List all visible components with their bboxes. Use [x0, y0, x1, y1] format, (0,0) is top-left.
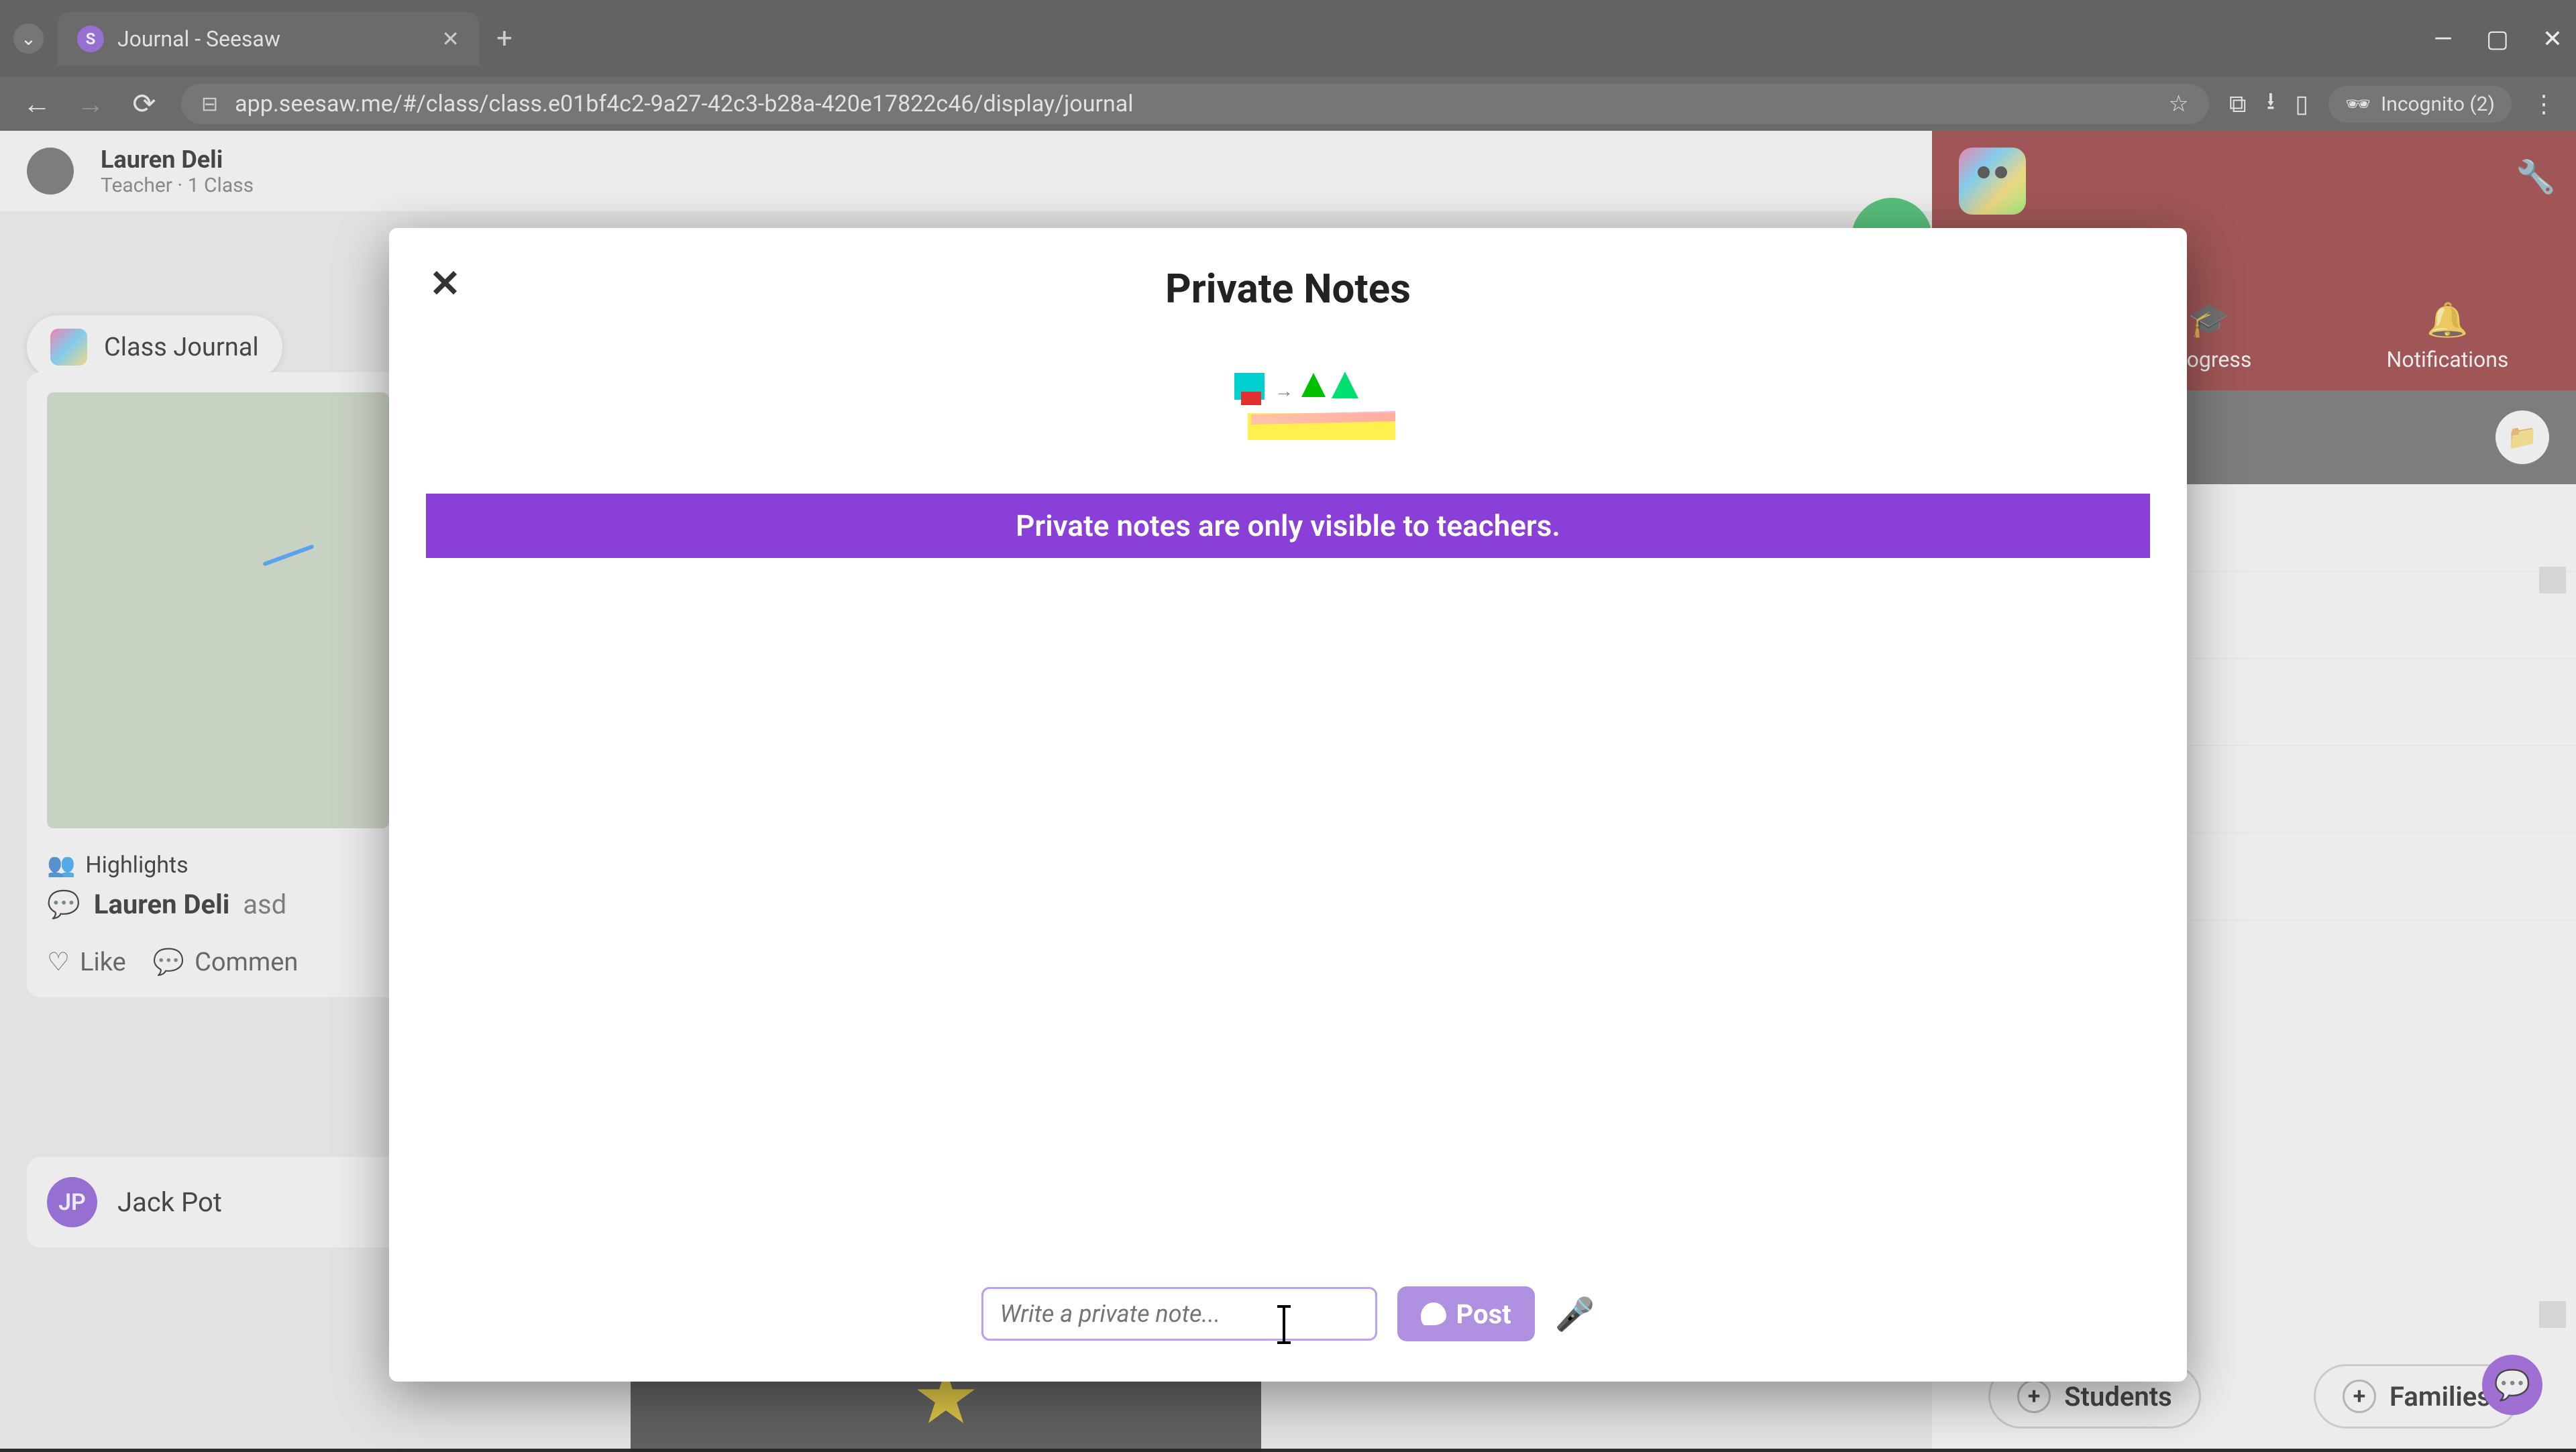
visibility-banner: Private notes are only visible to teache…	[426, 494, 2150, 558]
close-modal-button[interactable]: ✕	[429, 262, 461, 306]
modal-title: Private Notes	[389, 265, 2187, 313]
voice-note-button[interactable]: 🎤	[1555, 1295, 1595, 1333]
modal-footer: Post 🎤	[389, 1253, 2187, 1382]
text-cursor-icon	[1283, 1308, 1285, 1341]
private-notes-modal: ✕ Private Notes → Private notes are only…	[389, 228, 2187, 1382]
private-note-input[interactable]	[981, 1287, 1377, 1341]
speech-bubble-icon	[1421, 1302, 1446, 1325]
note-thumbnail: →	[1161, 353, 1415, 473]
post-button[interactable]: Post	[1397, 1286, 1535, 1341]
notes-body	[389, 558, 2187, 1253]
